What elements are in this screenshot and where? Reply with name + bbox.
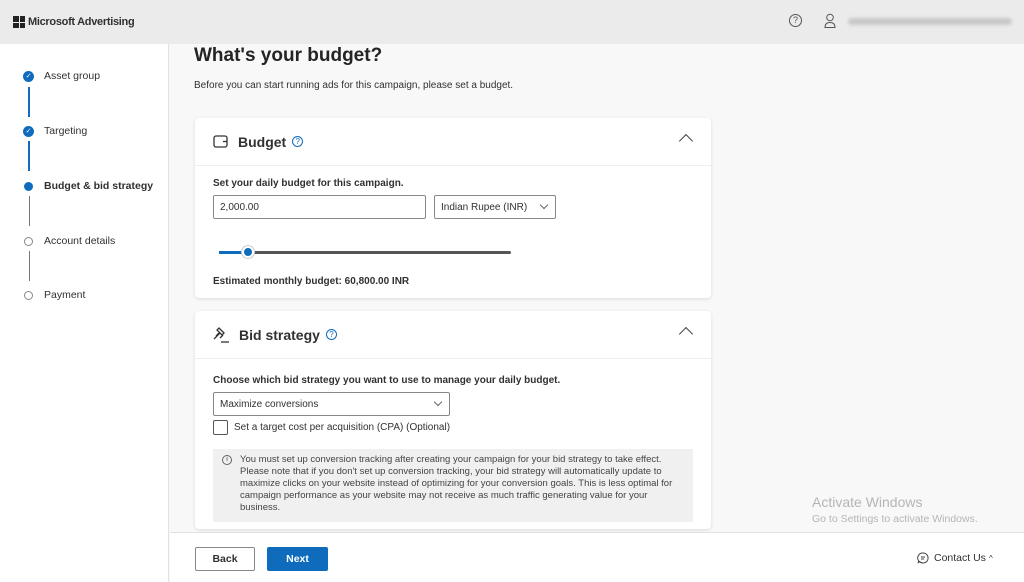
app-title: Microsoft Advertising <box>28 16 135 28</box>
step-label: Targeting <box>44 125 88 137</box>
bid-strategy-card: Bid strategy? Choose which bid strategy … <box>195 311 711 529</box>
step-connector <box>29 251 30 281</box>
bid-prompt: Choose which bid strategy you want to us… <box>213 375 561 386</box>
step-label: Account details <box>44 235 116 247</box>
page-title: What's your budget? <box>194 45 383 66</box>
chevron-down-icon <box>433 397 443 407</box>
step-connector <box>28 87 30 117</box>
page-subtitle: Before you can start running ads for thi… <box>194 80 514 91</box>
logo[interactable]: Microsoft Advertising <box>13 16 135 28</box>
pending-step-icon <box>24 290 33 300</box>
check-icon: ✓ <box>23 70 34 82</box>
contact-label: Contact Us <box>934 552 986 564</box>
contact-us-button[interactable]: Contact Us ^ <box>917 552 993 564</box>
step-payment[interactable]: Payment <box>23 289 85 301</box>
chevron-up-icon: ^ <box>988 553 993 563</box>
monthly-estimate: Estimated monthly budget: 60,800.00 INR <box>213 276 410 287</box>
footer: Back Next Contact Us ^ <box>170 532 1024 582</box>
cpa-label: Set a target cost per acquisition (CPA) … <box>234 422 451 433</box>
step-sidebar: ✓ Asset group ✓ Targeting Budget & bid str… <box>0 44 169 582</box>
step-connector <box>28 141 30 171</box>
gavel-icon <box>213 326 229 343</box>
wallet-icon <box>213 135 228 148</box>
conversion-tracking-notice: i You must set up conversion tracking aft… <box>213 449 693 522</box>
cpa-option[interactable]: Set a target cost per acquisition (CPA) … <box>213 420 450 435</box>
info-icon: i <box>222 455 232 465</box>
collapse-chevron-icon[interactable] <box>678 326 694 342</box>
strategy-value: Maximize conversions <box>220 398 319 410</box>
budget-title: Budget <box>238 133 287 150</box>
top-bar: Microsoft Advertising ? <box>0 0 1024 44</box>
chat-icon <box>917 552 929 564</box>
check-icon: ✓ <box>23 125 34 137</box>
bid-strategy-title: Bid strategy <box>239 326 320 343</box>
current-step-icon <box>24 181 33 191</box>
step-targeting[interactable]: ✓ Targeting <box>23 125 87 137</box>
slider-thumb[interactable] <box>242 246 255 258</box>
step-label: Payment <box>44 289 86 301</box>
pending-step-icon <box>24 236 33 246</box>
activate-windows-watermark: Activate Windows <box>812 494 923 510</box>
collapse-chevron-icon[interactable] <box>678 133 694 149</box>
step-label: Asset group <box>44 70 101 82</box>
chevron-down-icon <box>539 200 549 210</box>
notice-text: You must set up conversion tracking afte… <box>240 454 673 513</box>
back-button[interactable]: Back <box>195 547 255 571</box>
budget-card: Budget? Set your daily budget for this c… <box>195 118 711 298</box>
cpa-checkbox[interactable] <box>213 420 228 435</box>
activate-windows-subtitle: Go to Settings to activate Windows. <box>812 513 978 525</box>
help-icon[interactable]: ? <box>789 14 802 27</box>
step-account-details[interactable]: Account details <box>23 235 115 247</box>
step-asset-group[interactable]: ✓ Asset group <box>23 70 100 82</box>
user-icon[interactable] <box>824 13 836 29</box>
next-button[interactable]: Next <box>267 547 328 571</box>
budget-slider[interactable] <box>219 246 511 258</box>
help-icon[interactable]: ? <box>292 136 304 147</box>
step-label: Budget & bid strategy <box>44 180 154 192</box>
budget-prompt: Set your daily budget for this campaign. <box>213 178 404 189</box>
step-budget[interactable]: Budget & bid strategy <box>23 180 153 192</box>
currency-value: Indian Rupee (INR) <box>441 201 528 213</box>
help-icon[interactable]: ? <box>325 329 337 340</box>
budget-header[interactable]: Budget? <box>195 118 711 166</box>
microsoft-logo-icon <box>13 16 25 28</box>
daily-budget-input[interactable]: 2,000.00 <box>213 195 426 219</box>
currency-select[interactable]: Indian Rupee (INR) <box>434 195 556 219</box>
bid-strategy-header[interactable]: Bid strategy? <box>195 311 711 359</box>
step-connector <box>29 196 30 226</box>
account-email-blurred[interactable] <box>848 18 1012 25</box>
bid-strategy-select[interactable]: Maximize conversions <box>213 392 450 416</box>
